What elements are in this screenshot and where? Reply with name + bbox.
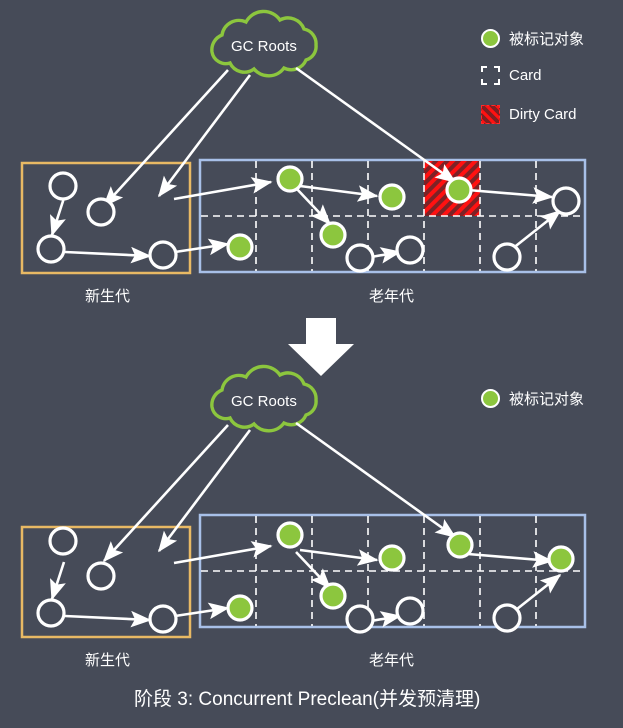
marked-object-node (378, 183, 406, 211)
object-node (492, 242, 522, 272)
legend-item-dirty-card-top: Dirty Card (481, 105, 577, 124)
object-node (395, 596, 425, 626)
object-node (492, 603, 522, 633)
legend-label: Card (509, 67, 542, 84)
object-node (345, 243, 375, 273)
card-square-icon (481, 66, 500, 85)
marked-object-dot-icon (481, 29, 500, 48)
object-node (345, 604, 375, 634)
gc-roots-label-top: GC Roots (231, 38, 297, 55)
old-gen-nodes-bottom (226, 521, 575, 634)
old-gen-nodes-top (226, 165, 581, 273)
dirty-card-square-icon (481, 105, 500, 124)
object-node (86, 197, 116, 227)
object-edges-bottom (50, 541, 562, 628)
marked-object-node (319, 221, 347, 249)
legend-label: 被标记对象 (509, 391, 585, 408)
transition-arrow-icon (288, 318, 354, 376)
marked-object-node (378, 544, 406, 572)
object-node (148, 240, 178, 270)
marked-object-node (226, 594, 254, 622)
diagram-canvas: GC Roots 新生代 老年代 GC Roots 新生代 老年代 被标记对象 … (0, 0, 623, 728)
object-node (148, 604, 178, 634)
marked-object-node (226, 233, 254, 261)
gc-roots-label-bottom: GC Roots (231, 393, 297, 410)
legend-item-card-top: Card (481, 66, 542, 85)
object-node (36, 234, 66, 264)
marked-object-node (276, 165, 304, 193)
legend-item-marked-object-bottom: 被标记对象 (481, 388, 584, 409)
marked-object-node (445, 176, 473, 204)
legend-label: 被标记对象 (509, 31, 585, 48)
object-node (48, 171, 78, 201)
marked-object-node (319, 582, 347, 610)
object-node (395, 235, 425, 265)
marked-object-node (276, 521, 304, 549)
object-node (48, 526, 78, 556)
young-gen-label-top: 新生代 (85, 288, 131, 305)
marked-object-node (547, 545, 575, 573)
object-node (36, 598, 66, 628)
marked-object-node (446, 531, 474, 559)
young-gen-label-bottom: 新生代 (85, 652, 131, 669)
object-edges-top (50, 177, 562, 264)
old-gen-label-bottom: 老年代 (369, 652, 415, 669)
object-node (551, 186, 581, 216)
old-gen-label-top: 老年代 (369, 288, 415, 305)
diagram-title: 阶段 3: Concurrent Preclean(并发预清理) (134, 689, 481, 710)
object-node (86, 561, 116, 591)
legend-item-marked-object-top: 被标记对象 (481, 28, 584, 49)
panel-top (20, 9, 587, 275)
marked-object-dot-icon (481, 389, 500, 408)
legend-label: Dirty Card (509, 106, 577, 123)
